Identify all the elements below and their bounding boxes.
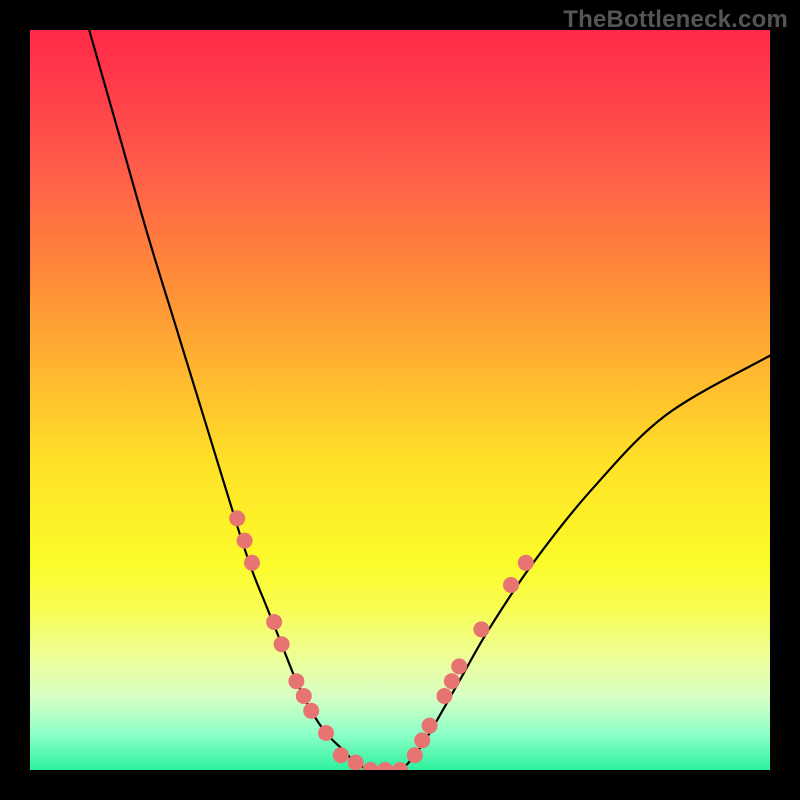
scatter-dot xyxy=(348,755,364,770)
scatter-dot xyxy=(451,658,467,674)
scatter-dot xyxy=(473,621,489,637)
curve-svg xyxy=(30,30,770,770)
scatter-dot xyxy=(288,673,304,689)
scatter-dot xyxy=(229,510,245,526)
scatter-dot xyxy=(274,636,290,652)
chart-container: TheBottleneck.com xyxy=(0,0,800,800)
scatter-dot xyxy=(392,762,408,770)
scatter-dot xyxy=(414,732,430,748)
plot-area xyxy=(30,30,770,770)
scatter-dot xyxy=(444,673,460,689)
scatter-dot xyxy=(244,555,260,571)
scatter-dot xyxy=(377,762,393,770)
scatter-dot xyxy=(318,725,334,741)
scatter-dots xyxy=(229,510,534,770)
scatter-dot xyxy=(518,555,534,571)
scatter-dot xyxy=(333,747,349,763)
scatter-dot xyxy=(237,533,253,549)
scatter-dot xyxy=(422,718,438,734)
scatter-dot xyxy=(436,688,452,704)
scatter-dot xyxy=(296,688,312,704)
scatter-dot xyxy=(362,762,378,770)
scatter-dot xyxy=(407,747,423,763)
bottleneck-curve xyxy=(89,30,770,770)
scatter-dot xyxy=(303,703,319,719)
scatter-dot xyxy=(503,577,519,593)
scatter-dot xyxy=(266,614,282,630)
